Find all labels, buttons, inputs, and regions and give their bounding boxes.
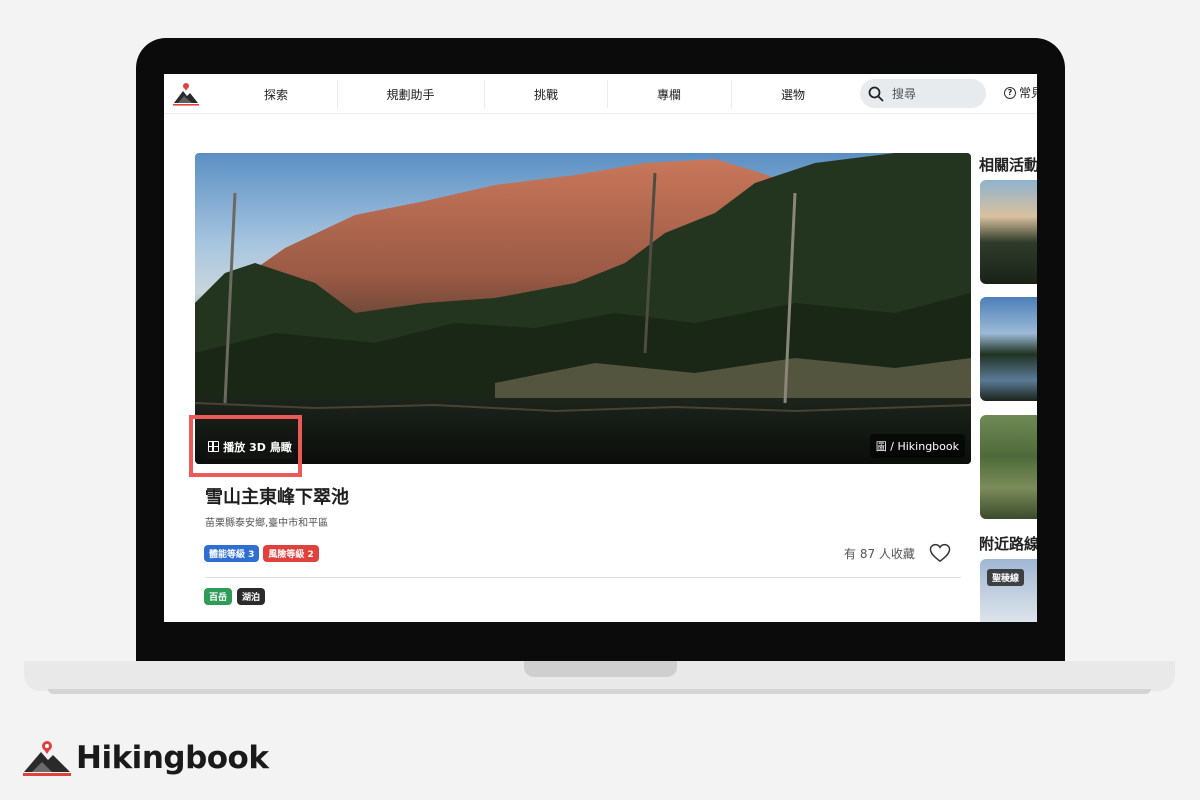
tag-lake[interactable]: 湖泊 (237, 588, 266, 605)
question-icon: ? (1004, 86, 1016, 99)
hero-landscape (195, 153, 971, 464)
related-activity-thumbnail[interactable] (980, 415, 1037, 519)
nav-item-explore[interactable]: 探索 (215, 77, 337, 111)
photo-credit: 圖 / Hikingbook (869, 434, 965, 458)
laptop-base-lip (48, 689, 1151, 694)
difficulty-badges: 體能等級 3 風險等級 2 (204, 545, 319, 562)
nearby-trails-heading: 附近路線 (979, 535, 1037, 553)
related-activities-heading: 相關活動 (979, 156, 1037, 174)
favorites: 有 87 人收藏 (844, 543, 951, 563)
trail-tags: 百岳 湖泊 (204, 588, 266, 605)
faq-label: 常見 (1019, 86, 1037, 100)
risk-level-badge: 風險等級 2 (263, 545, 319, 562)
nav-item-challenge[interactable]: 挑戰 (485, 77, 607, 111)
top-nav: 探索 規劃助手 挑戰 專欄 選物 ? 常見 (164, 74, 1037, 114)
nearby-trail-thumbnail[interactable]: 聖稜線 (980, 559, 1037, 622)
nav-item-planner[interactable]: 規劃助手 (338, 77, 483, 111)
trail-location: 苗栗縣泰安鄉,臺中市和平區 (205, 518, 329, 529)
divider (205, 577, 961, 578)
hikingbook-brand: Hikingbook (22, 738, 269, 778)
faq-link[interactable]: ? 常見 (1004, 84, 1037, 101)
related-activity-thumbnail[interactable] (980, 180, 1037, 284)
fitness-level-badge: 體能等級 3 (204, 545, 260, 562)
heart-icon[interactable] (929, 543, 951, 563)
search-input[interactable] (892, 86, 972, 101)
favorites-count: 有 87 人收藏 (844, 546, 915, 561)
trail-title: 雪山主東峰下翠池 (205, 487, 349, 508)
tag-baiyue[interactable]: 百岳 (204, 588, 233, 605)
trail-hero-image[interactable]: 圖 / Hikingbook (195, 153, 971, 464)
hikingbook-logo-icon (23, 741, 71, 776)
nav-item-column[interactable]: 專欄 (608, 77, 730, 111)
search-bar[interactable] (860, 79, 986, 108)
browser-screen: 探索 規劃助手 挑戰 專欄 選物 ? 常見 (164, 74, 1037, 622)
nav-item-shop[interactable]: 選物 (732, 77, 854, 111)
related-activity-thumbnail[interactable] (980, 297, 1037, 401)
laptop-notch (524, 661, 677, 677)
highlight-annotation-box (189, 415, 302, 477)
brand-name: Hikingbook (76, 740, 269, 776)
nearby-trail-badge: 聖稜線 (987, 569, 1025, 586)
hikingbook-logo-icon[interactable] (172, 81, 200, 107)
search-icon (868, 86, 884, 101)
